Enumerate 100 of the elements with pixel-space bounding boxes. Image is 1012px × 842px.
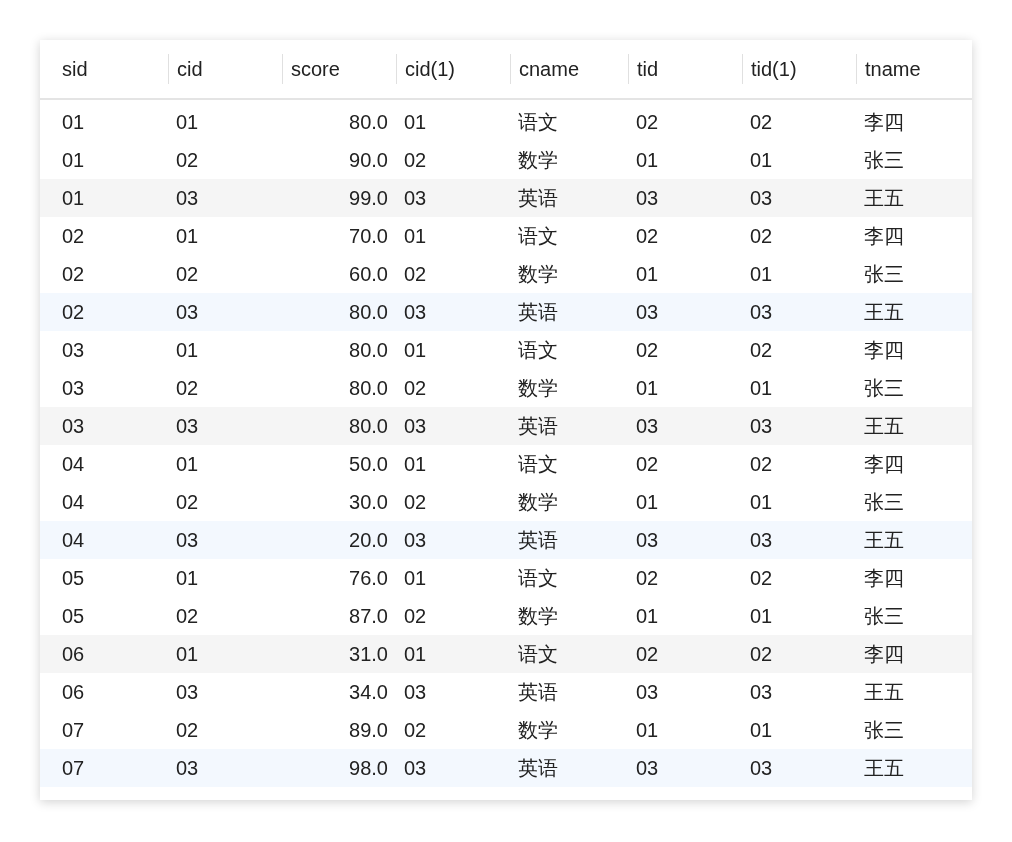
column-header[interactable]: tid [628, 54, 742, 84]
table-cell: 01 [750, 491, 773, 513]
table-cell: 01 [404, 111, 427, 133]
table-cell: 34.0 [349, 681, 388, 703]
table-cell: 05 [62, 567, 85, 589]
table-cell: 02 [176, 149, 199, 171]
table-cell: 01 [404, 453, 427, 475]
table-cell: 76.0 [349, 567, 388, 589]
column-header[interactable]: sid [40, 54, 168, 84]
table-cell: 03 [62, 377, 85, 399]
table-cell: 李四 [864, 339, 904, 361]
table-cell: 02 [176, 605, 199, 627]
table-cell: 张三 [864, 491, 904, 513]
table-cell: 02 [636, 225, 659, 247]
table-cell: 80.0 [349, 415, 388, 437]
column-header[interactable]: score [282, 54, 396, 84]
table-cell: 07 [62, 757, 85, 779]
table-cell: 张三 [864, 149, 904, 171]
table-cell: 03 [404, 187, 427, 209]
table-cell: 80.0 [349, 377, 388, 399]
column-header[interactable]: cname [510, 54, 628, 84]
table-cell: 01 [636, 377, 659, 399]
table-cell: 06 [62, 681, 85, 703]
table-cell: 02 [636, 567, 659, 589]
table-cell: 03 [636, 415, 659, 437]
table-cell: 07 [62, 719, 85, 741]
table-cell: 02 [750, 643, 773, 665]
table-cell: 01 [750, 719, 773, 741]
table-cell: 01 [636, 491, 659, 513]
table-cell: 02 [176, 719, 199, 741]
table-cell: 王五 [864, 187, 904, 209]
table-cell: 02 [62, 225, 85, 247]
table-cell: 王五 [864, 529, 904, 551]
table-cell: 90.0 [349, 149, 388, 171]
table-cell: 30.0 [349, 491, 388, 513]
table-cell: 03 [404, 529, 427, 551]
table-cell: 02 [750, 111, 773, 133]
table-cell: 03 [636, 301, 659, 323]
table-cell: 02 [404, 377, 427, 399]
table-cell: 01 [750, 605, 773, 627]
table-cell: 02 [176, 491, 199, 513]
table-cell: 英语 [518, 301, 558, 323]
table-cell: 04 [62, 491, 85, 513]
table-cell: 03 [176, 415, 199, 437]
table-cell: 20.0 [349, 529, 388, 551]
table-cell: 04 [62, 529, 85, 551]
table-cell: 03 [636, 529, 659, 551]
table-cell: 数学 [518, 377, 558, 399]
table-cell: 02 [404, 605, 427, 627]
table-cell: 01 [62, 149, 85, 171]
table-cell: 02 [636, 111, 659, 133]
table-cell: 01 [636, 605, 659, 627]
table-cell: 语文 [518, 567, 558, 589]
table-cell: 王五 [864, 681, 904, 703]
table-cell: 31.0 [349, 643, 388, 665]
table-cell: 03 [750, 529, 773, 551]
table-cell: 02 [404, 491, 427, 513]
table-cell: 03 [62, 415, 85, 437]
column-header[interactable]: cid [168, 54, 282, 84]
table-cell: 数学 [518, 719, 558, 741]
table-cell: 02 [176, 263, 199, 285]
table-cell: 03 [750, 301, 773, 323]
table-cell: 数学 [518, 149, 558, 171]
table-cell: 02 [636, 453, 659, 475]
table-cell: 01 [750, 149, 773, 171]
column-header[interactable]: tname [856, 54, 972, 84]
table-cell: 80.0 [349, 111, 388, 133]
table-cell: 70.0 [349, 225, 388, 247]
table-cell: 03 [750, 187, 773, 209]
table-cell: 01 [750, 263, 773, 285]
table-cell: 02 [404, 149, 427, 171]
table-cell: 98.0 [349, 757, 388, 779]
table-cell: 60.0 [349, 263, 388, 285]
table-cell: 李四 [864, 643, 904, 665]
column-header[interactable]: tid(1) [742, 54, 856, 84]
table-cell: 01 [176, 111, 199, 133]
table-cell: 89.0 [349, 719, 388, 741]
table-cell: 语文 [518, 111, 558, 133]
table-cell: 03 [750, 681, 773, 703]
column-header[interactable]: cid(1) [396, 54, 510, 84]
table-cell: 王五 [864, 301, 904, 323]
table-cell: 数学 [518, 263, 558, 285]
table-cell: 03 [404, 757, 427, 779]
table-cell: 数学 [518, 491, 558, 513]
table-cell: 01 [176, 339, 199, 361]
table-cell: 张三 [864, 377, 904, 399]
table-cell: 01 [62, 111, 85, 133]
table-cell: 英语 [518, 681, 558, 703]
table-cell: 02 [636, 643, 659, 665]
table-cell: 英语 [518, 187, 558, 209]
table-cell: 张三 [864, 263, 904, 285]
table-cell: 02 [62, 301, 85, 323]
table-cell: 语文 [518, 453, 558, 475]
table-cell: 01 [636, 263, 659, 285]
table-cell: 50.0 [349, 453, 388, 475]
table-cell: 02 [636, 339, 659, 361]
table-cell: 英语 [518, 757, 558, 779]
table-cell: 01 [176, 643, 199, 665]
table-cell: 01 [404, 225, 427, 247]
table-cell: 06 [62, 643, 85, 665]
